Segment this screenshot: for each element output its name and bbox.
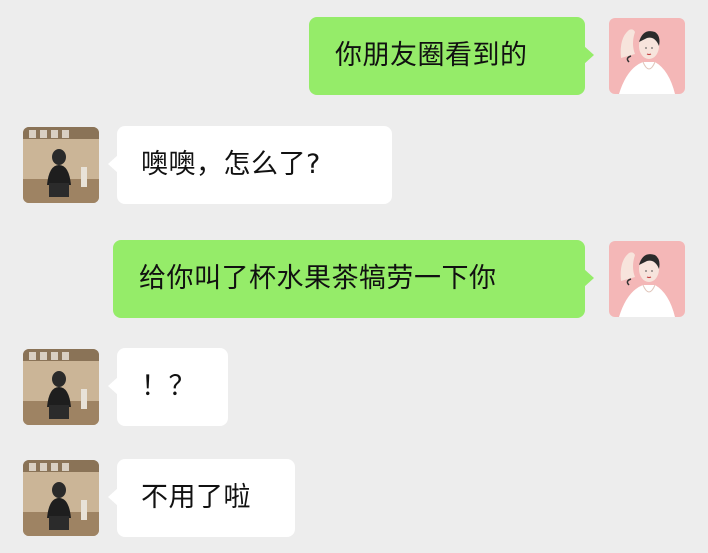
bubble-tail bbox=[584, 269, 594, 287]
bubble-tail bbox=[108, 155, 118, 173]
message-text: 你朋友圈看到的 bbox=[335, 40, 528, 71]
bubble-tail bbox=[108, 488, 118, 506]
message-text: 给你叫了杯水果茶犒劳一下你 bbox=[139, 263, 497, 294]
message-text: 不用了啦 bbox=[141, 482, 251, 513]
bubble-tail bbox=[584, 46, 594, 64]
message-bubble-self[interactable]: 你朋友圈看到的 bbox=[309, 17, 594, 95]
message-text: ！？ bbox=[141, 371, 196, 402]
message-bubble-self[interactable]: 给你叫了杯水果茶犒劳一下你 bbox=[113, 240, 594, 318]
self-avatar[interactable] bbox=[609, 18, 685, 94]
other-avatar[interactable] bbox=[23, 349, 99, 425]
message-bubble-other[interactable]: ！？ bbox=[108, 348, 228, 426]
message-row: 你朋友圈看到的 bbox=[0, 17, 708, 95]
chat-window: 你朋友圈看到的 噢噢，怎么了? 给你叫了杯水果茶犒劳一下你 ！？ 不用了啦 bbox=[0, 0, 708, 553]
message-text: 噢噢，怎么了? bbox=[141, 149, 321, 180]
bubble-tail bbox=[108, 377, 118, 395]
message-bubble-other[interactable]: 噢噢，怎么了? bbox=[108, 126, 392, 204]
message-bubble-other[interactable]: 不用了啦 bbox=[108, 459, 295, 537]
other-avatar[interactable] bbox=[23, 127, 99, 203]
message-row: 不用了啦 bbox=[0, 459, 708, 537]
other-avatar[interactable] bbox=[23, 460, 99, 536]
message-row: 噢噢，怎么了? bbox=[0, 126, 708, 204]
self-avatar[interactable] bbox=[609, 241, 685, 317]
message-row: ！？ bbox=[0, 348, 708, 426]
message-row: 给你叫了杯水果茶犒劳一下你 bbox=[0, 240, 708, 318]
